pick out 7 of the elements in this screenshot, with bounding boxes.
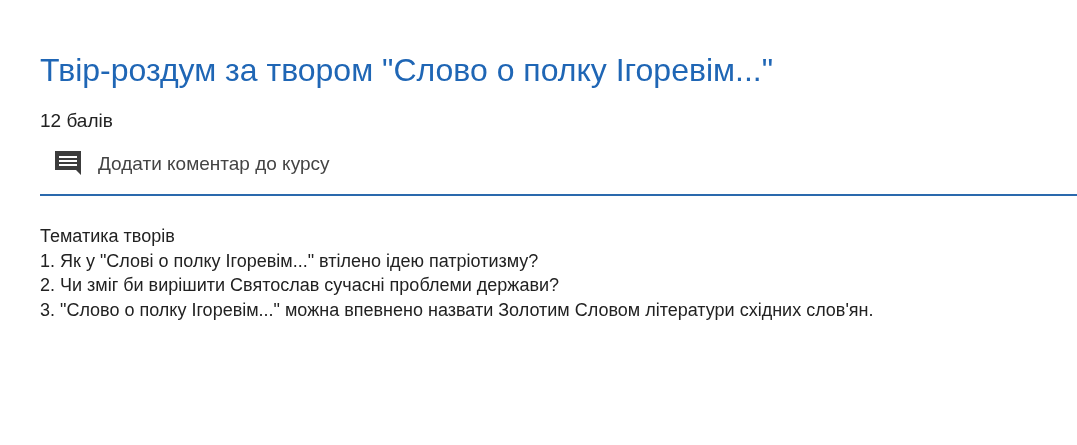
description-line: Тематика творів — [40, 225, 175, 248]
description-line: 3. "Слово о полку Ігоревім..." можна впевнено назвати Золотим Словом літератури східних слов'ян. — [40, 298, 874, 322]
add-comment-link[interactable]: Додати коментар до курсу — [98, 153, 330, 175]
points-text: 12 балів — [40, 110, 113, 132]
description-line: 1. Як у "Слові о полку Ігоревім..." втілено ідею патріотизму? — [40, 249, 539, 273]
description-line: 2. Чи зміг би вирішити Святослав сучасні проблеми держави? — [40, 274, 560, 297]
assignment-title: Твір-роздум за твором "Слово о полку Ігоревім..." — [40, 51, 774, 90]
